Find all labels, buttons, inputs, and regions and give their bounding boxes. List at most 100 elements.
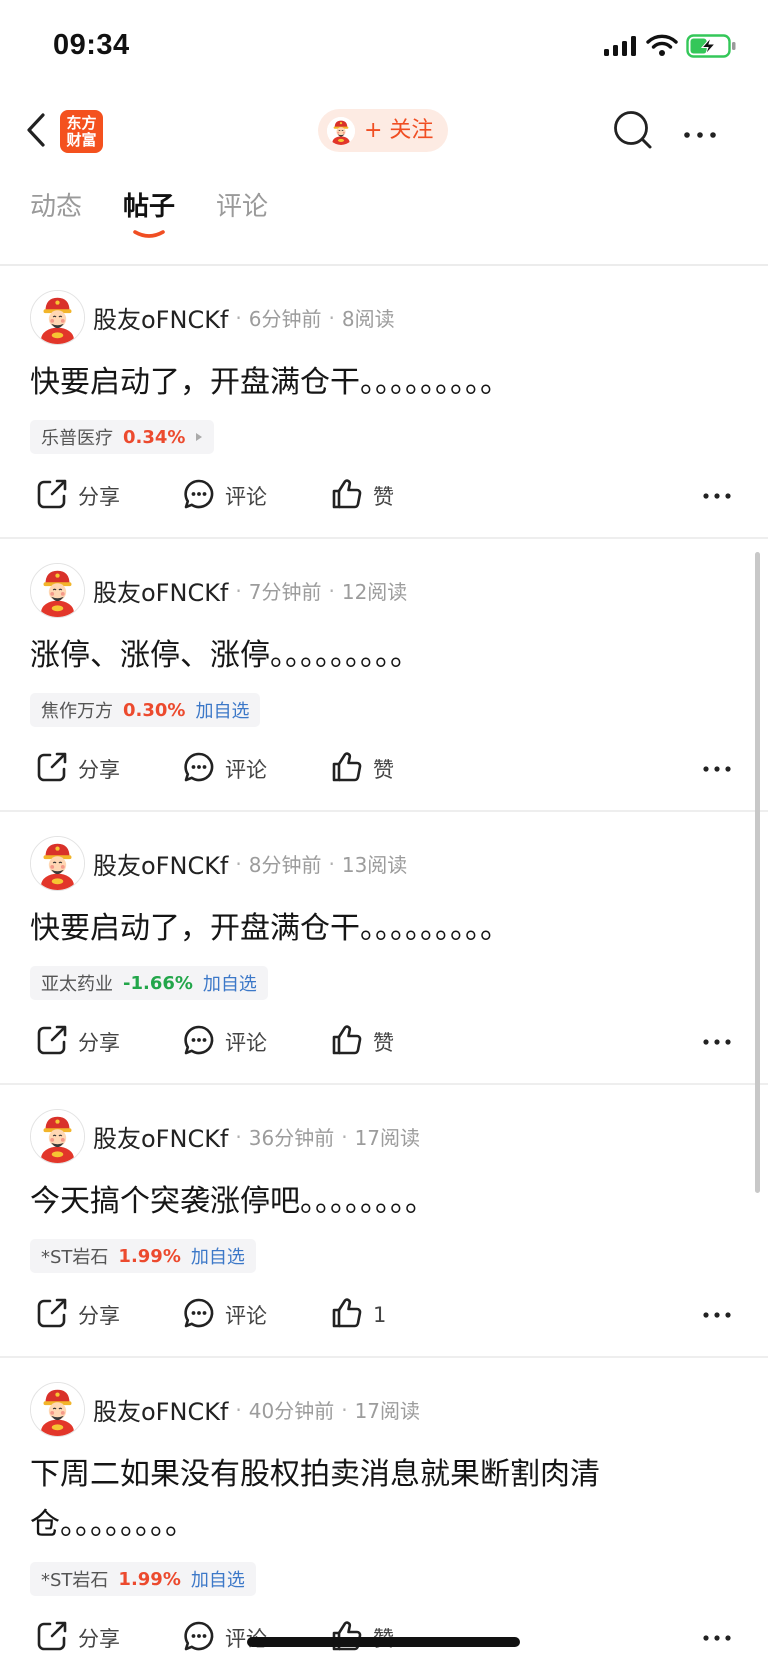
stock-change: 0.30% — [123, 699, 186, 721]
more-icon[interactable] — [702, 1024, 732, 1060]
username[interactable]: 股友oFNCKf — [93, 300, 228, 335]
tab-posts[interactable]: 帖子 — [123, 188, 175, 226]
post-card[interactable]: 股友oFNCKf · 7分钟前 · 12阅读 涨停、涨停、涨停。。。。。。。。。… — [0, 539, 768, 812]
meta-separator: · — [328, 578, 335, 603]
meta-separator: · — [341, 1124, 348, 1149]
post-content[interactable]: 快要启动了，开盘满仓干。。。。。。。。。 — [30, 358, 645, 408]
stock-change: 0.34% — [123, 426, 186, 448]
comment-label: 评论 — [225, 758, 267, 782]
comment-button[interactable]: 评论 — [182, 1024, 267, 1060]
more-icon[interactable] — [702, 1620, 732, 1656]
post-list: 股友oFNCKf · 6分钟前 · 8阅读 快要启动了，开盘满仓干。。。。。。。… — [0, 266, 768, 1656]
post-header: 股友oFNCKf · 8分钟前 · 13阅读 — [30, 836, 738, 891]
post-header: 股友oFNCKf · 6分钟前 · 8阅读 — [30, 290, 738, 345]
avatar[interactable] — [30, 563, 85, 618]
share-button[interactable]: 分享 — [35, 751, 120, 787]
logo-line: 财富 — [66, 130, 97, 149]
stock-tag[interactable]: 乐普医疗 0.34% — [30, 420, 215, 454]
avatar[interactable] — [30, 290, 85, 345]
avatar[interactable] — [30, 1382, 85, 1437]
post-content[interactable]: 今天搞个突袭涨停吧。。。。。。。。 — [30, 1177, 645, 1227]
more-icon[interactable] — [682, 125, 718, 144]
avatar — [327, 116, 355, 145]
share-icon — [35, 750, 69, 789]
avatar[interactable] — [30, 1109, 85, 1164]
share-icon — [35, 1296, 69, 1335]
username[interactable]: 股友oFNCKf — [93, 1392, 228, 1427]
username[interactable]: 股友oFNCKf — [93, 1119, 228, 1154]
add-watchlist-button[interactable]: 加自选 — [191, 1566, 245, 1592]
post-card[interactable]: 股友oFNCKf · 40分钟前 · 17阅读 下周二如果没有股权拍卖消息就果断… — [0, 1358, 768, 1656]
read-count: 12阅读 — [341, 580, 408, 604]
share-button[interactable]: 分享 — [35, 1297, 120, 1333]
add-watchlist-button[interactable]: 加自选 — [195, 697, 249, 723]
comment-label: 评论 — [225, 1304, 267, 1328]
caret-right-icon[interactable] — [195, 432, 203, 442]
add-watchlist-button[interactable]: 加自选 — [191, 1243, 245, 1269]
stock-name: 焦作万方 — [41, 701, 113, 722]
like-button[interactable]: 赞 — [330, 751, 394, 787]
like-label: 赞 — [373, 758, 394, 782]
stock-tag[interactable]: 亚太药业 -1.66% 加自选 — [30, 966, 268, 1000]
follow-button[interactable]: + 关注 — [318, 109, 448, 152]
stock-tag[interactable]: *ST岩石 1.99% 加自选 — [30, 1239, 256, 1273]
app-logo[interactable]: 东方 财富 — [60, 110, 103, 153]
post-card[interactable]: 股友oFNCKf · 36分钟前 · 17阅读 今天搞个突袭涨停吧。。。。。。。… — [0, 1085, 768, 1358]
thumbs-up-icon — [330, 477, 364, 516]
post-content[interactable]: 快要启动了，开盘满仓干。。。。。。。。。 — [30, 904, 645, 954]
logo-line: 东方 — [66, 113, 97, 132]
meta-separator: · — [328, 851, 335, 876]
meta-separator: · — [235, 305, 242, 330]
share-button[interactable]: 分享 — [35, 1620, 120, 1656]
battery-icon — [686, 34, 738, 62]
username[interactable]: 股友oFNCKf — [93, 846, 228, 881]
stock-change: -1.66% — [123, 972, 193, 994]
like-button[interactable]: 赞 — [330, 1024, 394, 1060]
share-button[interactable]: 分享 — [35, 478, 120, 514]
meta-separator: · — [235, 1124, 242, 1149]
more-icon[interactable] — [702, 478, 732, 514]
thumbs-up-icon — [330, 750, 364, 789]
share-button[interactable]: 分享 — [35, 1024, 120, 1060]
back-icon[interactable] — [25, 112, 47, 152]
like-button[interactable]: 赞 — [330, 478, 394, 514]
read-count: 17阅读 — [354, 1399, 421, 1423]
tab-dynamics[interactable]: 动态 — [30, 188, 82, 226]
stock-name: 乐普医疗 — [41, 428, 113, 449]
post-actions: 分享 评论 赞 — [30, 478, 738, 514]
comment-button[interactable]: 评论 — [182, 751, 267, 787]
share-icon — [35, 1023, 69, 1062]
stock-change: 1.99% — [118, 1568, 181, 1590]
stock-tag[interactable]: 焦作万方 0.30% 加自选 — [30, 693, 261, 727]
more-icon[interactable] — [702, 751, 732, 787]
share-icon — [35, 1619, 69, 1658]
stock-name: *ST岩石 — [41, 1247, 109, 1268]
post-content[interactable]: 涨停、涨停、涨停。。。。。。。。。 — [30, 631, 645, 681]
comment-button[interactable]: 评论 — [182, 478, 267, 514]
post-time: 36分钟前 — [248, 1126, 335, 1150]
stock-name: 亚太药业 — [41, 974, 113, 995]
share-label: 分享 — [78, 758, 120, 782]
avatar[interactable] — [30, 836, 85, 891]
comment-button[interactable]: 评论 — [182, 1297, 267, 1333]
add-watchlist-button[interactable]: 加自选 — [203, 970, 257, 996]
more-icon[interactable] — [702, 1297, 732, 1333]
tab-comments[interactable]: 评论 — [216, 188, 268, 226]
home-indicator[interactable] — [247, 1637, 520, 1647]
username[interactable]: 股友oFNCKf — [93, 573, 228, 608]
read-count: 13阅读 — [341, 853, 408, 877]
stock-tag[interactable]: *ST岩石 1.99% 加自选 — [30, 1562, 256, 1596]
post-card[interactable]: 股友oFNCKf · 6分钟前 · 8阅读 快要启动了，开盘满仓干。。。。。。。… — [0, 266, 768, 539]
post-time: 7分钟前 — [248, 580, 322, 604]
post-header: 股友oFNCKf · 36分钟前 · 17阅读 — [30, 1109, 738, 1164]
search-icon[interactable] — [611, 108, 655, 156]
scrollbar[interactable] — [755, 552, 760, 1193]
meta-separator: · — [341, 1397, 348, 1422]
like-button[interactable]: 1 — [330, 1297, 386, 1333]
follow-label: + 关注 — [364, 117, 434, 143]
comment-icon — [182, 1296, 216, 1335]
post-card[interactable]: 股友oFNCKf · 8分钟前 · 13阅读 快要启动了，开盘满仓干。。。。。。… — [0, 812, 768, 1085]
share-label: 分享 — [78, 1304, 120, 1328]
post-content[interactable]: 下周二如果没有股权拍卖消息就果断割肉清仓。。。。。。。。 — [30, 1450, 645, 1550]
share-label: 分享 — [78, 485, 120, 509]
